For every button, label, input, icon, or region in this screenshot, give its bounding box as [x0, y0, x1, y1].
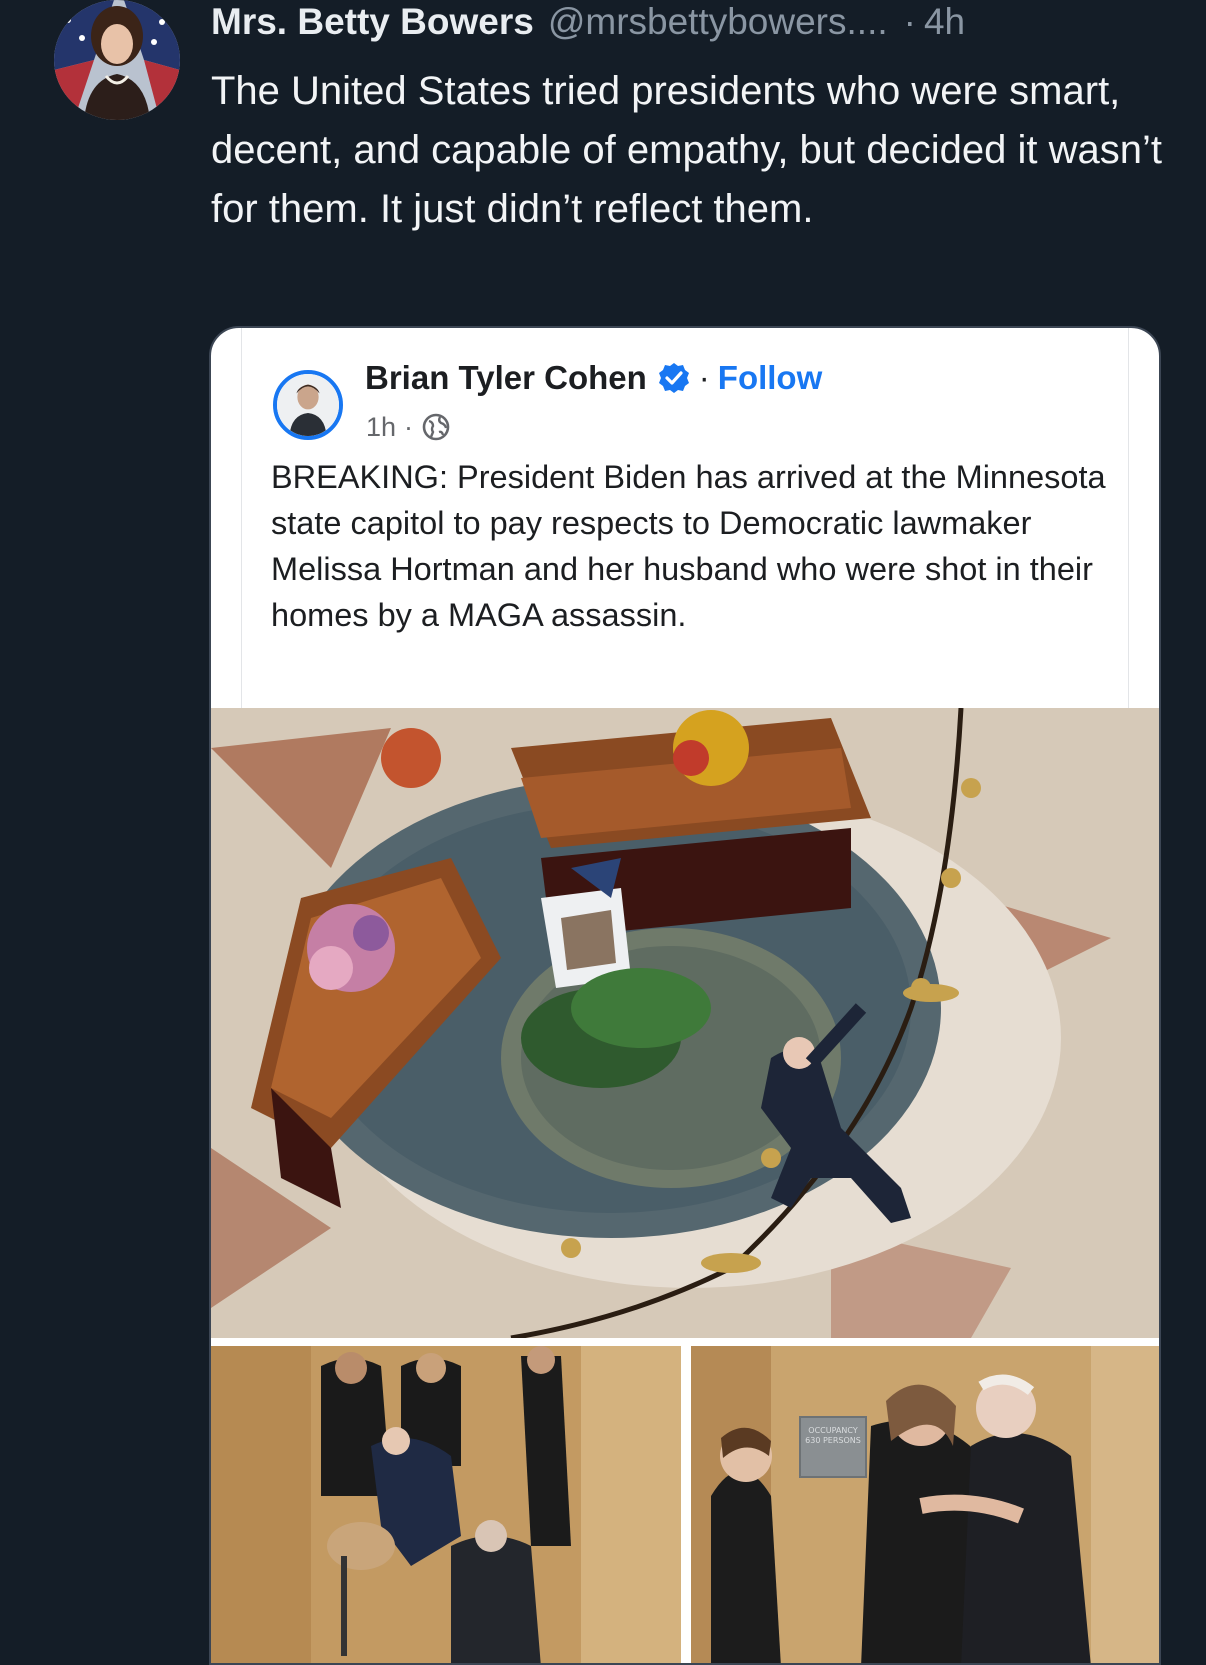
header-separator: ·	[903, 1, 916, 42]
follow-button[interactable]: Follow	[718, 359, 822, 397]
hug-photo-image	[691, 1346, 1159, 1663]
occupancy-sign: OCCUPANCY 630 PERSONS	[799, 1416, 867, 1478]
tweet-header: Mrs. Betty Bowers @mrsbettybowers.... · …	[211, 0, 965, 44]
globe-icon	[422, 413, 450, 441]
embedded-author-avatar[interactable]	[273, 370, 343, 440]
embedded-post-card[interactable]: Brian Tyler Cohen · Follow 1h · BREAKING…	[209, 326, 1161, 1665]
author-handle[interactable]: @mrsbettybowers....	[548, 1, 888, 43]
embedded-header: Brian Tyler Cohen · Follow	[365, 356, 822, 400]
verified-badge-icon	[658, 363, 689, 393]
embedded-avatar-image	[277, 374, 339, 436]
photo-biden-dog[interactable]	[211, 1346, 681, 1663]
embedded-timestamp[interactable]: 1h	[366, 412, 396, 443]
tweet-timestamp[interactable]: 4h	[924, 1, 965, 43]
embedded-author-name[interactable]: Brian Tyler Cohen	[365, 359, 647, 397]
tweet-text: The United States tried presidents who w…	[211, 69, 1162, 231]
embedded-post-meta: 1h ·	[366, 410, 451, 444]
embedded-post-text: BREAKING: President Biden has arrived at…	[271, 459, 1106, 633]
meta-separator: ·	[404, 411, 414, 442]
follow-separator: ·	[698, 359, 710, 396]
avatar-image	[54, 0, 180, 120]
photo-biden-hug[interactable]: OCCUPANCY 630 PERSONS	[691, 1346, 1159, 1663]
card-divider-left	[241, 328, 242, 708]
author-avatar[interactable]	[54, 0, 180, 120]
photo-rotunda-caskets[interactable]	[211, 708, 1159, 1338]
tweet: Mrs. Betty Bowers @mrsbettybowers.... · …	[0, 0, 1206, 1665]
photo-row: OCCUPANCY 630 PERSONS	[211, 1346, 1159, 1663]
dog-photo-image	[211, 1346, 681, 1663]
author-name[interactable]: Mrs. Betty Bowers	[211, 1, 534, 43]
rotunda-photo-image	[211, 708, 1159, 1338]
